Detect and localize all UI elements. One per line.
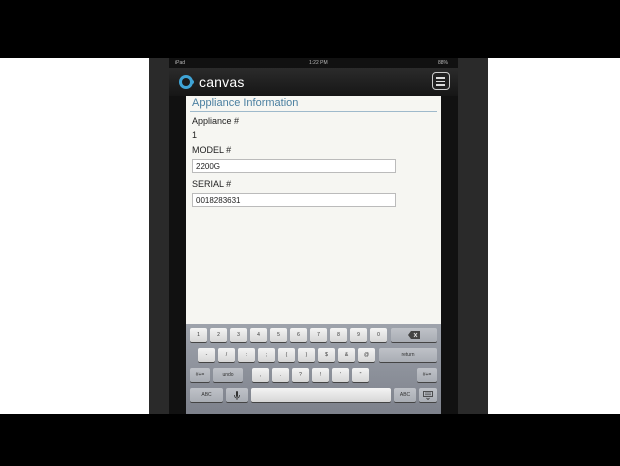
form-panel: Appliance Information Appliance # 1 MODE…: [186, 96, 441, 324]
key-quote[interactable]: ": [352, 368, 369, 382]
status-carrier: iPad: [175, 60, 186, 66]
section-divider: [190, 111, 437, 112]
ipad-screen: iPad 1:22 PM 88% canvas Appliance Inform…: [169, 58, 458, 414]
space-bar[interactable]: [251, 388, 391, 402]
key-8[interactable]: 8: [330, 328, 347, 342]
key-6[interactable]: 6: [290, 328, 307, 342]
letterbox-top: [0, 0, 620, 58]
model-number-label: MODEL #: [192, 145, 232, 155]
key-3[interactable]: 3: [230, 328, 247, 342]
canvas-logo-icon: [179, 75, 197, 89]
key-7[interactable]: 7: [310, 328, 327, 342]
key-1[interactable]: 1: [190, 328, 207, 342]
status-time: 1:22 PM: [309, 60, 328, 66]
device-bezel-right: [458, 58, 488, 414]
serial-number-input[interactable]: 0018283631: [192, 193, 396, 207]
brand-name: canvas: [199, 74, 245, 90]
key-colon[interactable]: :: [238, 348, 255, 362]
section-title: Appliance Information: [192, 97, 299, 109]
canvas-logo: canvas: [179, 73, 245, 91]
key-slash[interactable]: /: [218, 348, 235, 362]
symbols-key-left[interactable]: #+=: [190, 368, 210, 382]
device-bezel-left: [149, 58, 169, 414]
key-close-paren[interactable]: ): [298, 348, 315, 362]
key-ampersand[interactable]: &: [338, 348, 355, 362]
backspace-icon[interactable]: [391, 328, 437, 342]
microphone-icon[interactable]: [226, 388, 248, 402]
status-battery: 88%: [437, 60, 448, 66]
abc-key-right[interactable]: ABC: [394, 388, 416, 402]
key-comma[interactable]: ,: [252, 368, 269, 382]
on-screen-keyboard: 1 2 3 4 5 6 7 8 9 0 - / : ; ( ) $ & @ re…: [186, 324, 441, 414]
key-at[interactable]: @: [358, 348, 375, 362]
key-period[interactable]: .: [272, 368, 289, 382]
key-5[interactable]: 5: [270, 328, 287, 342]
key-semicolon[interactable]: ;: [258, 348, 275, 362]
key-dash[interactable]: -: [198, 348, 215, 362]
serial-number-label: SERIAL #: [192, 179, 232, 189]
key-question[interactable]: ?: [292, 368, 309, 382]
appliance-number-value: 1: [192, 130, 198, 140]
key-dollar[interactable]: $: [318, 348, 335, 362]
key-0[interactable]: 0: [370, 328, 387, 342]
undo-key[interactable]: undo: [213, 368, 243, 382]
key-exclamation[interactable]: !: [312, 368, 329, 382]
appliance-number-label: Appliance #: [192, 116, 240, 126]
key-open-paren[interactable]: (: [278, 348, 295, 362]
abc-key-left[interactable]: ABC: [190, 388, 223, 402]
hide-keyboard-icon[interactable]: [419, 388, 437, 402]
status-bar: iPad 1:22 PM 88%: [169, 58, 458, 68]
key-4[interactable]: 4: [250, 328, 267, 342]
return-key[interactable]: return: [379, 348, 437, 362]
key-9[interactable]: 9: [350, 328, 367, 342]
key-apostrophe[interactable]: ': [332, 368, 349, 382]
model-number-input[interactable]: 2200G: [192, 159, 396, 173]
symbols-key-right[interactable]: #+=: [417, 368, 437, 382]
hamburger-menu-icon[interactable]: [432, 72, 450, 90]
key-2[interactable]: 2: [210, 328, 227, 342]
app-header: canvas: [169, 68, 458, 96]
letterbox-bottom: [0, 414, 620, 466]
